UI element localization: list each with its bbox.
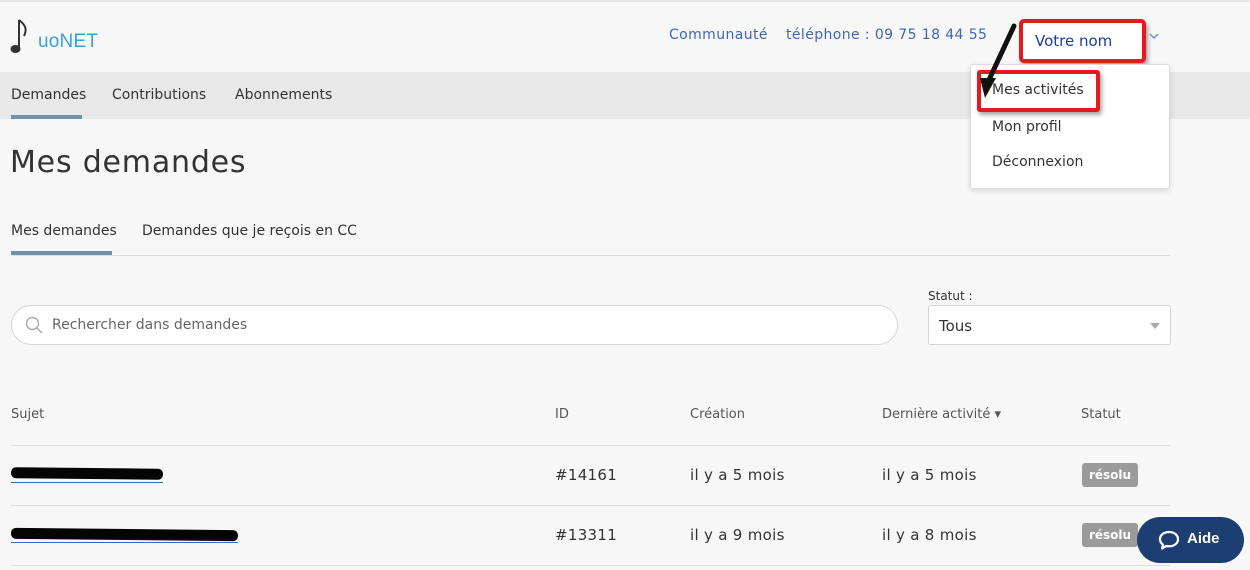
column-header-last-activity[interactable]: Dernière activité ▾ bbox=[882, 407, 1001, 422]
column-header-subject[interactable]: Sujet bbox=[11, 407, 44, 422]
logo-text: uoNET bbox=[38, 31, 99, 52]
status-filter-label: Statut : bbox=[928, 289, 973, 303]
redaction-mark bbox=[10, 467, 164, 480]
user-name: Votre nom bbox=[1035, 32, 1113, 50]
row-divider bbox=[11, 565, 1170, 566]
chevron-down-icon[interactable] bbox=[1148, 30, 1160, 42]
table-header-divider bbox=[11, 445, 1170, 446]
help-label: Aide bbox=[1187, 530, 1220, 547]
page-title: Mes demandes bbox=[10, 145, 247, 180]
community-link[interactable]: Communauté bbox=[669, 27, 768, 43]
annotation-arrow-icon bbox=[980, 23, 1017, 98]
menu-item-mon-profil[interactable]: Mon profil bbox=[992, 119, 1062, 135]
search-box[interactable] bbox=[11, 305, 898, 345]
music-note-icon bbox=[10, 19, 27, 53]
row-divider bbox=[11, 505, 1170, 506]
request-id: #14161 bbox=[555, 466, 618, 484]
request-last-activity: il y a 5 mois bbox=[882, 466, 977, 484]
search-input[interactable] bbox=[52, 306, 882, 344]
status-filter-select[interactable]: Tous bbox=[928, 305, 1171, 345]
search-icon bbox=[25, 316, 43, 334]
column-header-id[interactable]: ID bbox=[555, 407, 569, 422]
nav-item-demandes[interactable]: Demandes bbox=[11, 87, 86, 103]
redaction-mark bbox=[10, 527, 239, 542]
request-id: #13311 bbox=[555, 526, 618, 544]
column-header-status[interactable]: Statut bbox=[1081, 407, 1121, 422]
tab-mes-demandes[interactable]: Mes demandes bbox=[11, 223, 117, 239]
request-last-activity: il y a 8 mois bbox=[882, 526, 977, 544]
top-bar: uoNET Communauté téléphone : 09 75 18 44… bbox=[0, 0, 1250, 72]
caret-down-icon bbox=[1150, 323, 1160, 329]
chat-bubble-icon bbox=[1158, 530, 1180, 550]
user-menu-button[interactable]: Votre nom bbox=[1019, 19, 1146, 63]
nav-active-indicator bbox=[11, 115, 82, 119]
status-badge: résolu bbox=[1082, 523, 1138, 547]
tab-divider bbox=[11, 255, 1170, 256]
nav-item-contributions[interactable]: Contributions bbox=[112, 87, 206, 103]
status-badge: résolu bbox=[1082, 463, 1138, 487]
logo[interactable]: uoNET bbox=[10, 18, 100, 58]
tab-demandes-cc[interactable]: Demandes que je reçois en CC bbox=[142, 223, 357, 239]
column-header-created[interactable]: Création bbox=[690, 407, 745, 422]
help-button[interactable]: Aide bbox=[1137, 517, 1244, 563]
phone-link[interactable]: téléphone : 09 75 18 44 55 bbox=[786, 27, 987, 43]
request-created: il y a 5 mois bbox=[690, 466, 785, 484]
request-created: il y a 9 mois bbox=[690, 526, 785, 544]
menu-item-deconnexion[interactable]: Déconnexion bbox=[992, 154, 1083, 170]
status-filter-value: Tous bbox=[939, 317, 973, 335]
nav-item-abonnements[interactable]: Abonnements bbox=[235, 87, 332, 103]
